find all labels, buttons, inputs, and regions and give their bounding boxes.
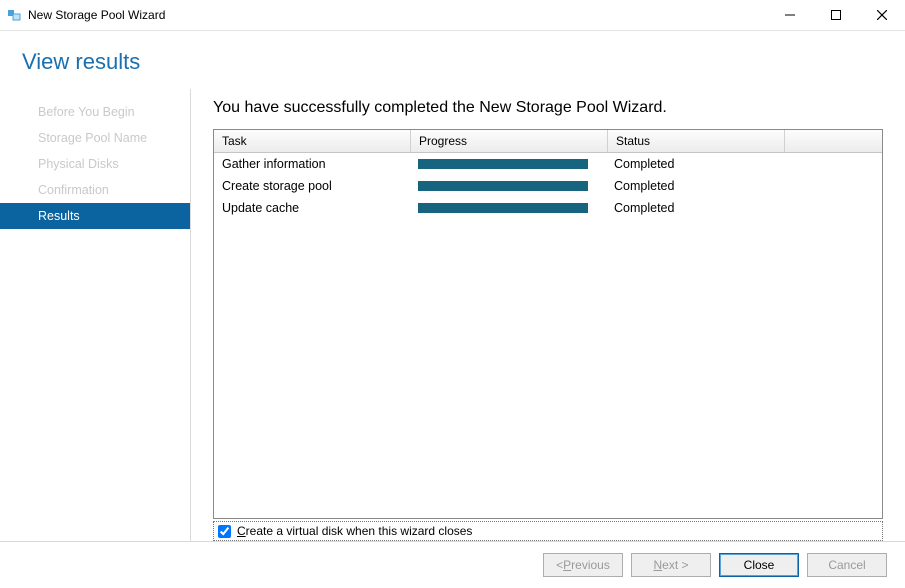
nav-physical-disks: Physical Disks	[0, 151, 190, 177]
col-header-extra	[785, 130, 882, 152]
app-icon	[6, 7, 22, 23]
col-header-status[interactable]: Status	[608, 130, 785, 152]
progress-bar	[418, 203, 588, 213]
progress-bar	[418, 181, 588, 191]
progress-bar	[418, 159, 588, 169]
window-title: New Storage Pool Wizard	[28, 8, 165, 22]
table-row: Gather information Completed	[214, 153, 882, 175]
next-button: Next >	[631, 553, 711, 577]
wizard-nav: Before You Begin Storage Pool Name Physi…	[0, 89, 191, 541]
previous-button: < Previous	[543, 553, 623, 577]
create-vdisk-checkbox[interactable]	[218, 525, 231, 538]
table-row: Create storage pool Completed	[214, 175, 882, 197]
cell-progress	[410, 199, 606, 217]
col-header-progress[interactable]: Progress	[411, 130, 608, 152]
close-window-button[interactable]	[859, 0, 905, 30]
minimize-button[interactable]	[767, 0, 813, 30]
titlebar: New Storage Pool Wizard	[0, 0, 905, 30]
cell-status: Completed	[606, 199, 782, 217]
cell-status: Completed	[606, 155, 782, 173]
nav-before-you-begin: Before You Begin	[0, 99, 190, 125]
cancel-button: Cancel	[807, 553, 887, 577]
create-vdisk-label: Create a virtual disk when this wizard c…	[237, 524, 472, 538]
nav-storage-pool-name: Storage Pool Name	[0, 125, 190, 151]
nav-confirmation: Confirmation	[0, 177, 190, 203]
nav-results[interactable]: Results	[0, 203, 190, 229]
wizard-footer: < Previous Next > Close Cancel	[0, 541, 905, 588]
cell-progress	[410, 177, 606, 195]
results-grid: Task Progress Status Gather information …	[213, 129, 883, 519]
cell-status: Completed	[606, 177, 782, 195]
results-pane: You have successfully completed the New …	[191, 89, 905, 541]
maximize-button[interactable]	[813, 0, 859, 30]
table-row: Update cache Completed	[214, 197, 882, 219]
page-header: View results	[0, 31, 905, 89]
page-title: View results	[22, 49, 905, 75]
cell-progress	[410, 155, 606, 173]
cell-task: Create storage pool	[214, 177, 410, 195]
pane-heading: You have successfully completed the New …	[213, 99, 883, 117]
cell-task: Update cache	[214, 199, 410, 217]
grid-header: Task Progress Status	[214, 130, 882, 153]
close-button[interactable]: Close	[719, 553, 799, 577]
create-vdisk-checkbox-row[interactable]: Create a virtual disk when this wizard c…	[213, 521, 883, 541]
grid-body: Gather information Completed Create stor…	[214, 153, 882, 518]
col-header-task[interactable]: Task	[214, 130, 411, 152]
cell-task: Gather information	[214, 155, 410, 173]
